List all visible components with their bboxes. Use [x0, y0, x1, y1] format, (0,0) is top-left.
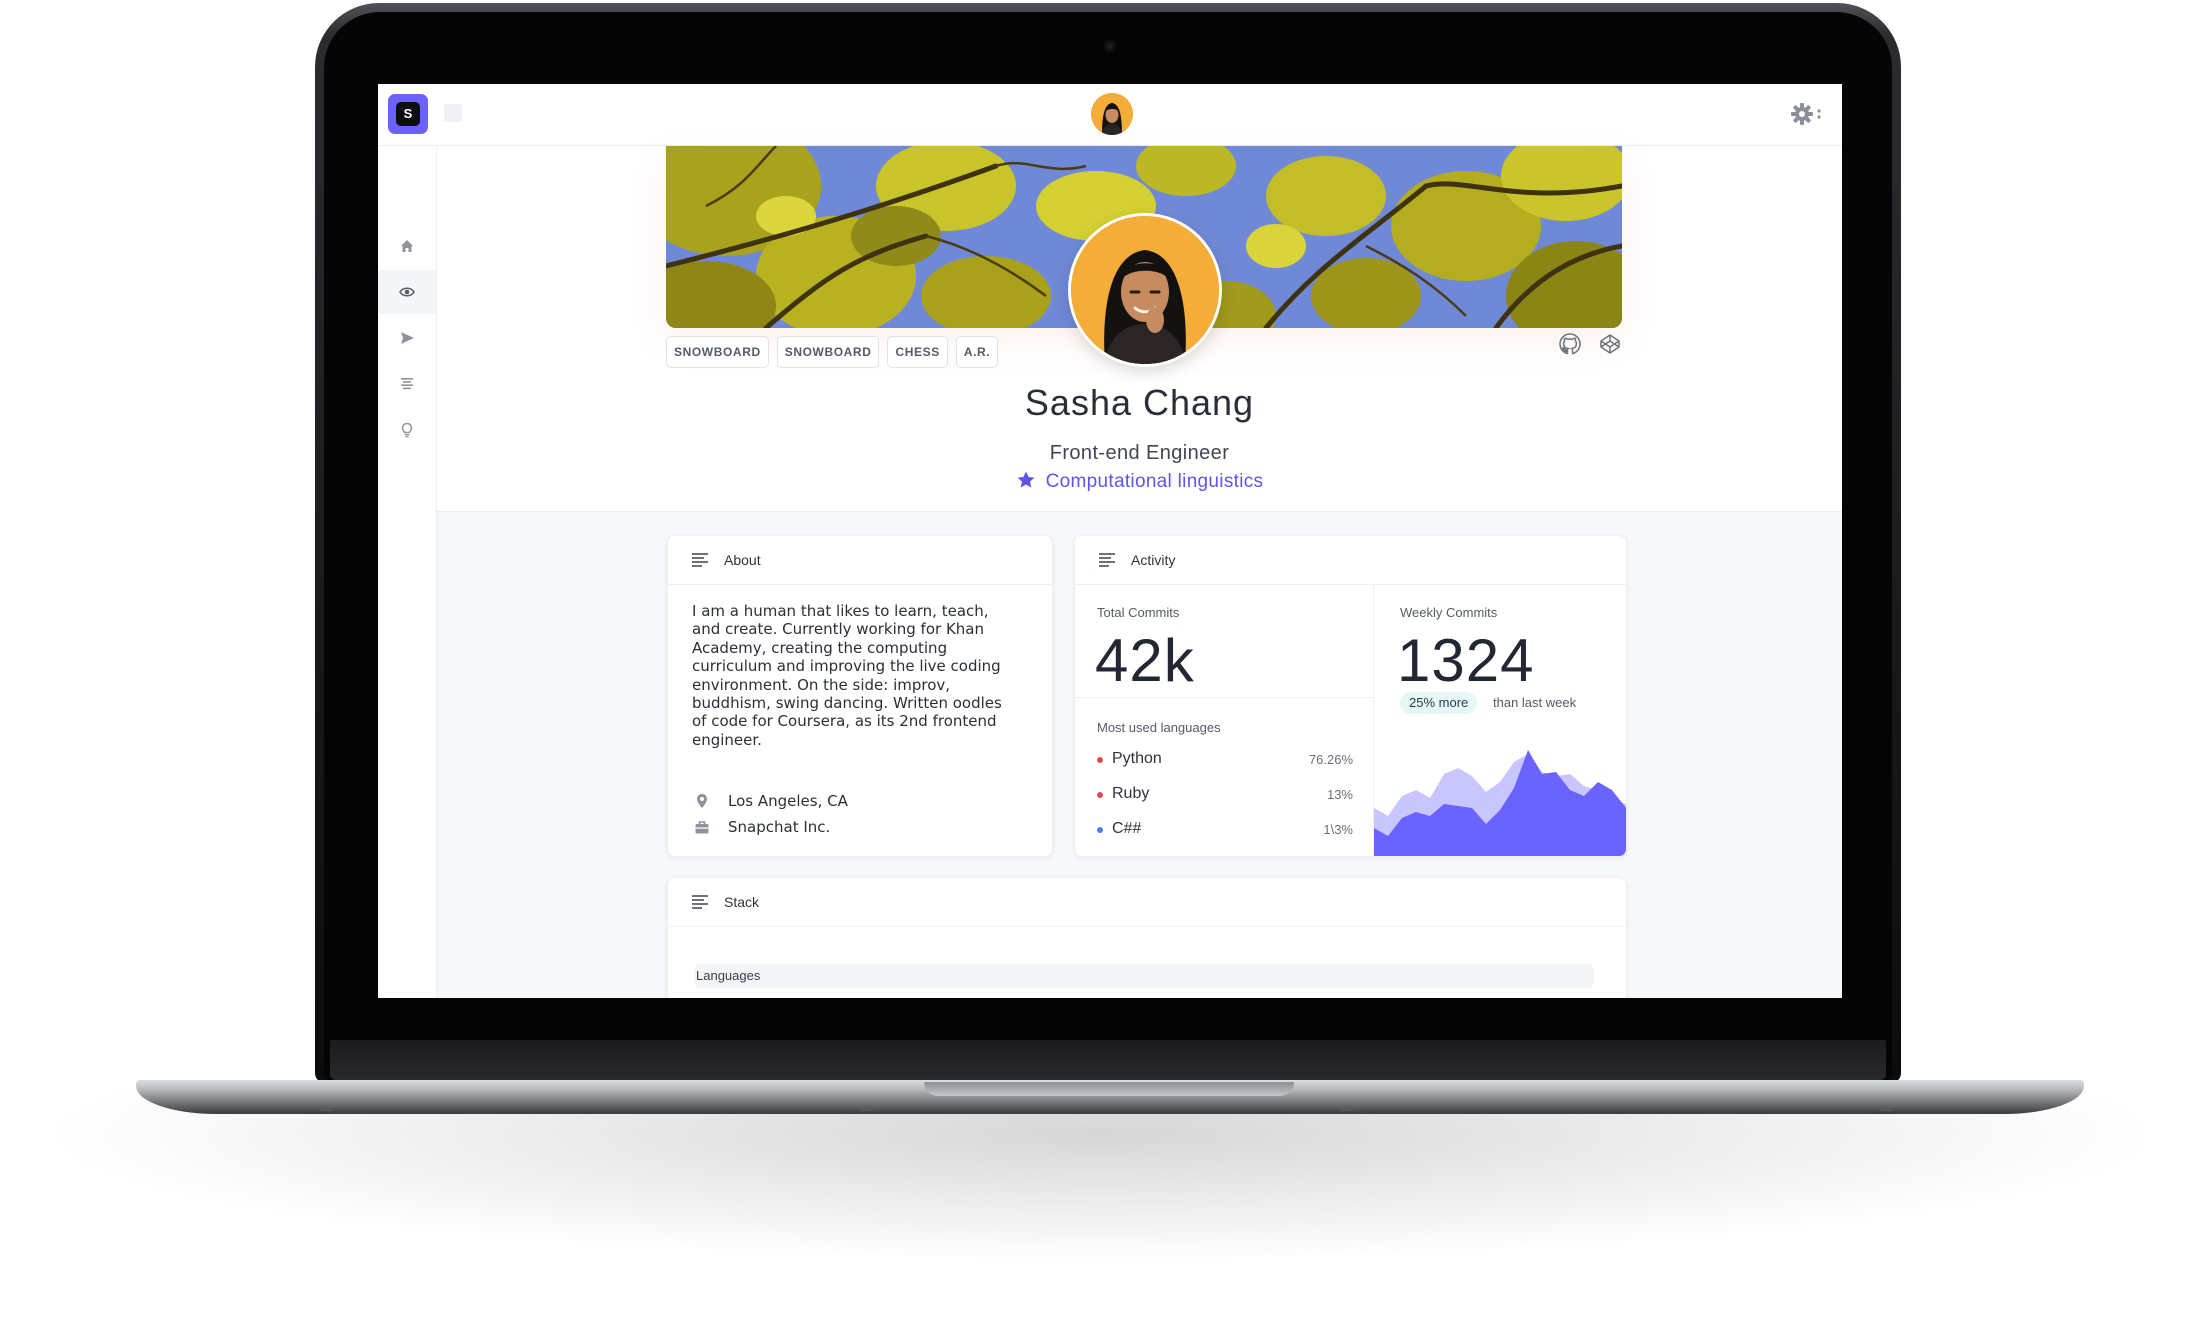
activity-card: Activity Total Commits 42k Most used lan…: [1074, 535, 1627, 857]
laptop-foot: [1340, 1108, 1354, 1111]
main-content: SNOWBOARD SNOWBOARD CHESS A.R. Sasha Cha…: [437, 146, 1842, 998]
send-icon: [401, 332, 414, 344]
tag-chip[interactable]: A.R.: [955, 336, 999, 368]
language-percent: 13%: [1326, 787, 1353, 802]
avatar-portrait-icon: [1091, 93, 1133, 135]
tag-chip[interactable]: SNOWBOARD: [666, 336, 769, 368]
eye-icon: [399, 287, 415, 297]
briefcase-icon: [695, 821, 709, 834]
laptop-screen: S SNOWBOARD SNOWBOARD CHESS A.R. Sasha C…: [378, 84, 1842, 998]
language-color-dot: [1097, 792, 1103, 798]
profile-portrait-icon: [1071, 216, 1219, 364]
bio-line: I am a human that likes to learn, teach,: [692, 602, 989, 620]
sidebar-item-ideas[interactable]: [378, 408, 436, 452]
growth-badge: 25% more: [1400, 692, 1478, 714]
bio-line: environment. On the side: improv,: [692, 675, 951, 694]
company-row: Snapchat Inc.: [694, 818, 830, 836]
profile-interest[interactable]: Computational linguistics: [437, 470, 1842, 493]
company-text: Snapchat Inc.: [728, 818, 831, 836]
location-pin-icon: [697, 794, 707, 808]
about-title: About: [724, 552, 761, 568]
profile-name: Sasha Chang: [1024, 382, 1255, 423]
bio-line: curriculum and improving the live coding: [692, 657, 1001, 676]
divider: [1075, 697, 1373, 698]
bulb-icon: [401, 422, 413, 438]
language-color-dot: [1097, 757, 1103, 763]
sidebar-item-list[interactable]: [378, 362, 436, 406]
home-icon: [401, 240, 413, 252]
stack-card-header: Stack: [668, 878, 1626, 927]
profile-role: Front-end Engineer: [1049, 442, 1230, 464]
list-icon: [401, 378, 413, 390]
laptop-foot: [1880, 1108, 1894, 1111]
github-icon[interactable]: [1558, 332, 1582, 356]
about-card-header: About: [668, 536, 1052, 585]
language-name: Ruby: [1112, 785, 1150, 802]
language-color-dot: [1097, 827, 1103, 833]
social-links: [1558, 332, 1622, 356]
interest-tags: SNOWBOARD SNOWBOARD CHESS A.R.: [666, 336, 999, 368]
star-icon: [1017, 471, 1035, 488]
weekly-commits-label: Weekly Commits: [1400, 605, 1498, 620]
collapse-sidebar-icon[interactable]: [444, 104, 462, 122]
stack-title: Stack: [724, 894, 760, 910]
user-avatar[interactable]: [1091, 93, 1133, 135]
stack-languages-section: [694, 964, 1594, 988]
stack-languages-label: Languages: [696, 968, 761, 983]
laptop-hinge-notch: [924, 1082, 1294, 1096]
about-card: About I am a human that likes to learn, …: [667, 535, 1053, 857]
profile-avatar[interactable]: [1071, 216, 1219, 364]
top-bar: S: [378, 84, 1842, 146]
align-left-icon: [692, 895, 708, 909]
languages-label: Most used languages: [1097, 720, 1221, 735]
location-text: Los Angeles, CA: [728, 792, 848, 810]
tag-chip[interactable]: SNOWBOARD: [776, 336, 880, 368]
align-left-icon: [692, 553, 708, 567]
language-percent: 76.26%: [1308, 752, 1353, 767]
profile-header: SNOWBOARD SNOWBOARD CHESS A.R. Sasha Cha…: [437, 146, 1842, 512]
language-row: Python 76.26%: [1097, 749, 1353, 771]
bio-line: engineer.: [692, 730, 762, 749]
profile-interest-label: Computational linguistics: [1045, 471, 1264, 492]
sidebar-nav: [378, 146, 437, 998]
laptop-foot: [860, 1108, 874, 1111]
stack-card: Stack Languages: [667, 877, 1627, 998]
align-left-icon: [1099, 553, 1115, 567]
language-row: Ruby 13%: [1097, 784, 1353, 806]
codepen-icon[interactable]: [1598, 332, 1622, 356]
language-row: C## 1\3%: [1097, 819, 1353, 841]
webcam: [1104, 40, 1116, 52]
activity-card-header: Activity: [1075, 536, 1626, 585]
language-name: C##: [1112, 820, 1142, 837]
sidebar-item-overview[interactable]: [378, 270, 436, 314]
sidebar-item-home[interactable]: [378, 224, 436, 268]
growth-suffix: than last week: [1493, 695, 1577, 710]
bio-line: and create. Currently working for Khan: [692, 620, 984, 639]
bio-line: buddhism, swing dancing. Written oodles: [692, 694, 1002, 713]
about-bio: I am a human that likes to learn, teach,…: [692, 602, 1032, 749]
laptop-foot: [320, 1108, 334, 1111]
activity-title: Activity: [1131, 552, 1176, 568]
total-commits-label: Total Commits: [1097, 605, 1180, 620]
bio-line: Academy, creating the computing: [692, 638, 948, 657]
language-name: Python: [1112, 750, 1162, 767]
weekly-commits-value: 1324: [1397, 627, 1535, 694]
location-row: Los Angeles, CA: [694, 792, 848, 810]
sidebar-item-messages[interactable]: [378, 316, 436, 360]
weekly-commits-area-chart: [1374, 750, 1626, 856]
total-commits-value: 42k: [1095, 627, 1195, 694]
tag-chip[interactable]: CHESS: [887, 336, 948, 368]
app-logo-letter: S: [396, 102, 420, 126]
language-percent: 1\3%: [1323, 822, 1353, 837]
settings-gear-icon[interactable]: [1790, 101, 1824, 127]
laptop-chin: [330, 1040, 1886, 1080]
app-logo[interactable]: S: [388, 94, 428, 134]
bio-line: of code for Coursera, as its 2nd fronten…: [692, 712, 997, 731]
